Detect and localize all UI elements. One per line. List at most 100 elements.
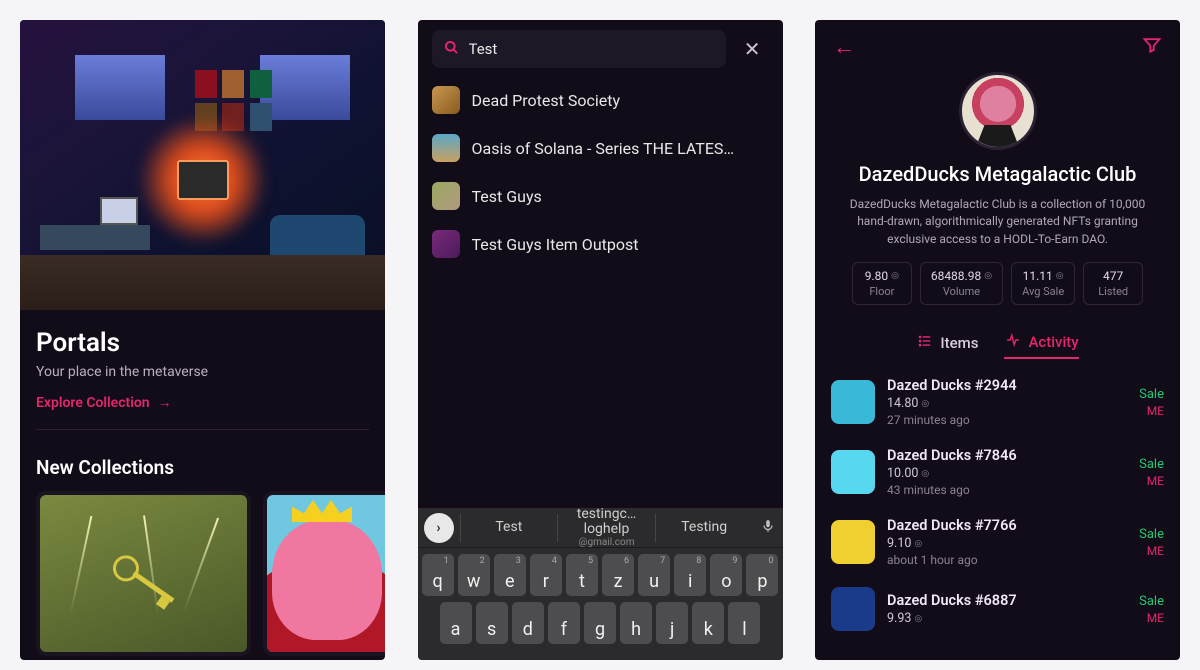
divider xyxy=(36,429,369,430)
key-d[interactable]: d xyxy=(512,602,544,644)
search-results: Dead Protest Society Oasis of Solana - Se… xyxy=(418,74,783,270)
key-j[interactable]: j xyxy=(656,602,688,644)
search-result[interactable]: Dead Protest Society xyxy=(432,86,769,114)
activity-row[interactable]: Dazed Ducks #7846 10.00◎ 43 minutes ago Sal… xyxy=(815,437,1180,507)
result-label: Oasis of Solana - Series THE LATES… xyxy=(472,139,735,158)
activity-source: ME xyxy=(1139,474,1164,488)
activity-row[interactable]: Dazed Ducks #6887 9.93◎ Sale ME xyxy=(815,577,1180,641)
suggestion-subtext: @gmail.com xyxy=(558,537,655,548)
activity-title: Dazed Ducks #7846 xyxy=(887,447,1127,464)
activity-type: Sale xyxy=(1139,457,1164,472)
activity-title: Dazed Ducks #6887 xyxy=(887,592,1127,609)
activity-source: ME xyxy=(1139,404,1164,418)
key-k[interactable]: k xyxy=(692,602,724,644)
key-a[interactable]: a xyxy=(440,602,472,644)
key-p[interactable]: 0p xyxy=(746,554,778,596)
stat-floor: 9.80◎Floor xyxy=(852,262,912,305)
new-collections-carousel[interactable] xyxy=(36,491,369,656)
key-w[interactable]: 2w xyxy=(458,554,490,596)
suggestion[interactable]: testingc…loghelp @gmail.com xyxy=(557,514,655,542)
activity-thumb xyxy=(831,587,875,631)
activity-price: 14.80◎ xyxy=(887,396,1127,411)
key-t[interactable]: 5t xyxy=(566,554,598,596)
activity-row[interactable]: Dazed Ducks #2944 14.80◎ 27 minutes ago Sal… xyxy=(815,367,1180,437)
hero-subtitle: Your place in the metaverse xyxy=(36,364,369,380)
suggestion[interactable]: Test xyxy=(460,514,558,542)
result-thumb xyxy=(432,134,460,162)
tab-label: Items xyxy=(940,334,978,352)
result-label: Test Guys Item Outpost xyxy=(472,235,639,254)
back-icon[interactable]: ← xyxy=(833,34,855,60)
activity-type: Sale xyxy=(1139,527,1164,542)
activity-row[interactable]: Dazed Ducks #77669.10◎about 1 hour agoSa… xyxy=(815,507,1180,577)
result-label: Test Guys xyxy=(472,187,542,206)
key-h[interactable]: h xyxy=(620,602,652,644)
collection-avatar xyxy=(959,72,1037,150)
activity-time: 27 minutes ago xyxy=(887,413,1127,427)
key-l[interactable]: l xyxy=(728,602,760,644)
activity-price: 9.93◎ xyxy=(887,611,1127,626)
collection-card[interactable] xyxy=(36,491,251,656)
search-box[interactable] xyxy=(432,30,726,68)
search-result[interactable]: Oasis of Solana - Series THE LATES… xyxy=(432,134,769,162)
collection-stats: 9.80◎Floor68488.98◎Volume11.11◎Avg Sale4… xyxy=(852,262,1143,305)
activity-type: Sale xyxy=(1139,594,1164,609)
tab-items[interactable]: Items xyxy=(916,333,978,359)
activity-thumb xyxy=(831,520,875,564)
activity-type: Sale xyxy=(1139,387,1164,402)
list-icon xyxy=(916,334,934,352)
collection-description: DazedDucks Metagalactic Club is a collec… xyxy=(835,196,1160,248)
keyboard-suggestion-bar: › Test testingc…loghelp @gmail.com Testi… xyxy=(418,508,783,548)
new-collections-heading: New Collections xyxy=(36,456,369,479)
suggestion-text: testingc…loghelp xyxy=(558,507,655,538)
collection-title: DazedDucks Metagalactic Club xyxy=(859,162,1137,186)
stat-volume: 68488.98◎Volume xyxy=(920,262,1003,305)
search-result[interactable]: Test Guys Item Outpost xyxy=(432,230,769,258)
activity-icon xyxy=(1004,333,1022,351)
key-u[interactable]: 7u xyxy=(638,554,670,596)
filter-icon[interactable] xyxy=(1142,35,1162,60)
screen-collection-detail: ← DazedDucks Metagalactic Club DazedDuck… xyxy=(815,20,1180,660)
activity-list: Dazed Ducks #2944 14.80◎ 27 minutes ago Sal… xyxy=(815,367,1180,641)
result-thumb xyxy=(432,230,460,258)
arrow-right-icon: → xyxy=(158,394,172,411)
chevron-right-icon[interactable]: › xyxy=(424,513,454,543)
key-z[interactable]: 6z xyxy=(602,554,634,596)
key-s[interactable]: s xyxy=(476,602,508,644)
activity-title: Dazed Ducks #7766 xyxy=(887,517,1127,534)
screen-home: Portals Your place in the metaverse Expl… xyxy=(20,20,385,660)
key-o[interactable]: 9o xyxy=(710,554,742,596)
search-input[interactable] xyxy=(469,40,714,58)
key-f[interactable]: f xyxy=(548,602,580,644)
keyboard: › Test testingc…loghelp @gmail.com Testi… xyxy=(418,508,783,660)
activity-source: ME xyxy=(1139,611,1164,625)
key-r[interactable]: 4r xyxy=(530,554,562,596)
search-icon xyxy=(444,40,459,59)
key-i[interactable]: 8i xyxy=(674,554,706,596)
hero-title: Portals xyxy=(36,328,369,358)
explore-collection-link[interactable]: Explore Collection → xyxy=(36,394,369,411)
key-q[interactable]: 1q xyxy=(422,554,454,596)
result-thumb xyxy=(432,86,460,114)
stat-listed: 477Listed xyxy=(1083,262,1143,305)
activity-title: Dazed Ducks #2944 xyxy=(887,377,1127,394)
activity-source: ME xyxy=(1139,544,1164,558)
activity-time: 43 minutes ago xyxy=(887,483,1127,497)
close-icon[interactable]: ✕ xyxy=(736,33,769,65)
collection-tabs: Items Activity xyxy=(815,333,1180,367)
collection-card[interactable] xyxy=(263,491,385,656)
suggestion[interactable]: Testing xyxy=(655,514,753,542)
screen-search: ✕ Dead Protest Society Oasis of Solana - … xyxy=(418,20,783,660)
hero-banner[interactable] xyxy=(20,20,385,310)
activity-price: 10.00◎ xyxy=(887,466,1127,481)
mic-icon[interactable] xyxy=(753,517,783,539)
result-label: Dead Protest Society xyxy=(472,91,621,110)
result-thumb xyxy=(432,182,460,210)
tab-activity[interactable]: Activity xyxy=(1004,333,1078,359)
explore-label: Explore Collection xyxy=(36,395,150,411)
search-result[interactable]: Test Guys xyxy=(432,182,769,210)
activity-price: 9.10◎ xyxy=(887,536,1127,551)
key-g[interactable]: g xyxy=(584,602,616,644)
key-e[interactable]: 3e xyxy=(494,554,526,596)
activity-thumb xyxy=(831,450,875,494)
